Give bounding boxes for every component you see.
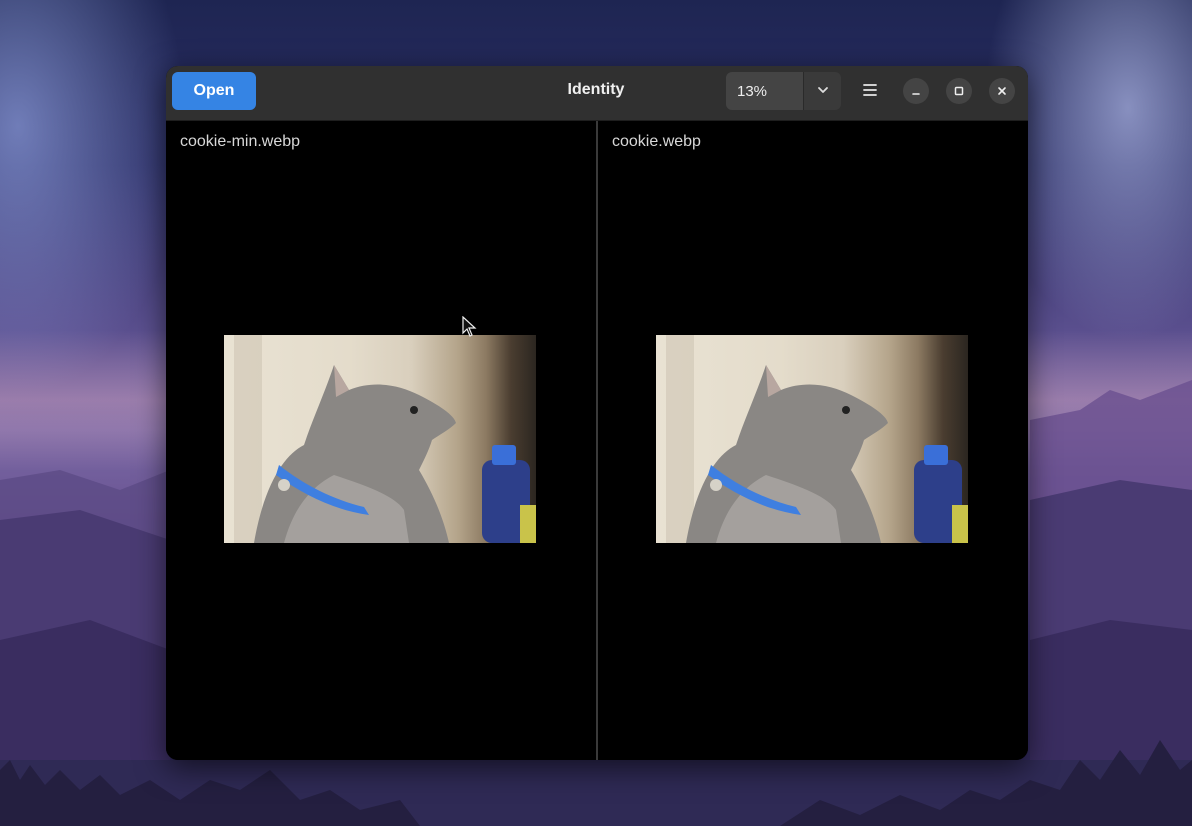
image-pane-left[interactable]: cookie-min.webp [166,121,596,760]
mouse-pointer [462,315,478,342]
pane-filename: cookie.webp [612,133,701,150]
cat-image [224,335,536,543]
cat-image [656,335,968,543]
comparison-view: cookie-min.webp cookie.webp [166,121,1028,760]
minimize-button[interactable] [903,78,929,104]
identity-window: Open Identity 13% cookie-min.webp cookie… [166,66,1028,760]
window-title: Identity [567,81,625,98]
maximize-icon [953,82,965,101]
minimize-icon [910,82,922,101]
close-icon [996,82,1008,101]
pane-filename: cookie-min.webp [180,133,301,150]
zoom-level-field[interactable]: 13% [726,72,804,110]
hamburger-menu-icon [862,82,878,101]
zoom-combo[interactable]: 13% [726,72,841,110]
chevron-down-icon [816,82,830,101]
image-pane-right[interactable]: cookie.webp [598,121,1028,760]
close-button[interactable] [989,78,1015,104]
main-menu-button[interactable] [854,74,886,108]
zoom-dropdown-button[interactable] [803,72,841,110]
header-bar: Open Identity 13% [166,66,1028,121]
open-button[interactable]: Open [172,72,256,110]
maximize-button[interactable] [946,78,972,104]
